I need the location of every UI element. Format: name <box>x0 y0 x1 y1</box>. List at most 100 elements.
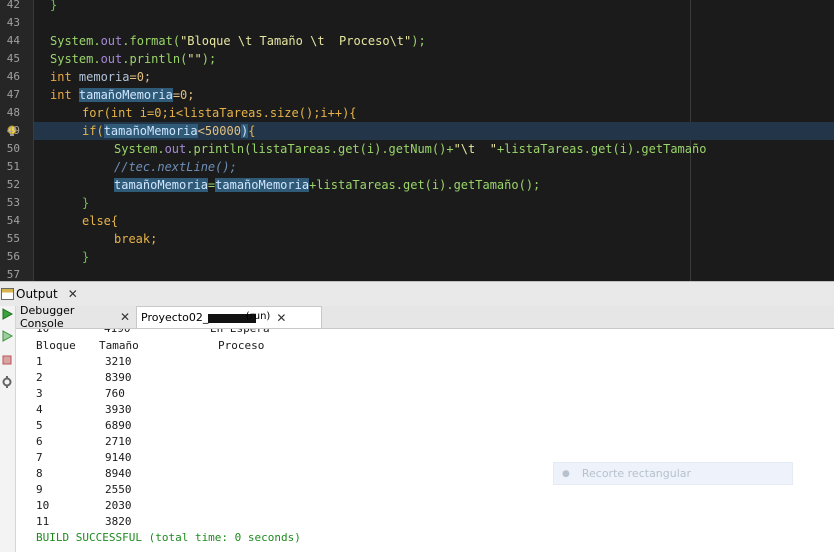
output-window-header: Output ✕ <box>0 281 834 307</box>
code-editor[interactable]: 42 43 44 45 46 47 48 49 50 51 52 53 54 55 56 57 } System… <box>0 0 834 281</box>
line-number: 45 <box>6 52 20 65</box>
close-icon[interactable]: ✕ <box>68 287 78 301</box>
console-bloque-cell: 7 <box>36 451 43 464</box>
console-tamano-cell: 3930 <box>105 403 132 416</box>
console-cell: 10 <box>36 329 49 337</box>
close-icon[interactable]: ✕ <box>120 310 130 324</box>
code-token: =0; <box>172 88 195 102</box>
console-tamano-cell: 3820 <box>105 515 132 528</box>
close-icon[interactable]: ✕ <box>276 311 286 325</box>
code-line[interactable]: } <box>82 248 89 266</box>
tab-output[interactable]: Output ✕ <box>0 284 78 304</box>
console-tamano-cell: 6890 <box>105 419 132 432</box>
line-number: 50 <box>6 142 20 155</box>
rerun-with-different-parameters-icon[interactable] <box>1 330 13 342</box>
code-token: int <box>50 70 79 84</box>
code-token: else{ <box>82 214 119 228</box>
console-tamano-cell: 8940 <box>105 467 132 480</box>
line-number: 55 <box>6 232 20 245</box>
tooltip-bullet-icon: ● <box>562 468 570 479</box>
code-line[interactable]: tamañoMemoria=tamañoMemoria+listaTareas.… <box>114 176 540 194</box>
code-token: .println(listaTareas.get(i).getNum()+ <box>186 142 454 156</box>
code-token: tamañoMemoria <box>215 178 310 192</box>
code-token: { <box>248 124 256 138</box>
console-header-proceso: Proceso <box>218 339 265 352</box>
output-subtabs: Debugger Console ✕ Proyecto02_ (run) ✕ <box>16 304 834 330</box>
code-token: .format( <box>122 34 181 48</box>
code-token: for(int i=0;i<listaTareas.size();i++){ <box>82 106 357 120</box>
line-number: 47 <box>6 88 20 101</box>
console-tamano-cell: 9140 <box>105 451 132 464</box>
rerun-icon[interactable] <box>1 308 13 320</box>
line-number: 51 <box>6 160 20 173</box>
code-line[interactable]: if(tamañoMemoria<50000){ <box>82 122 255 140</box>
code-token: int <box>50 88 79 102</box>
code-line[interactable]: for(int i=0;i<listaTareas.size();i++){ <box>82 104 357 122</box>
code-token: } <box>82 250 90 264</box>
console-tamano-cell: 8390 <box>105 371 132 384</box>
code-token: //tec.nextLine(); <box>114 160 237 174</box>
snipping-tooltip: ● Recorte rectangular <box>553 462 793 485</box>
line-number: 46 <box>6 70 20 83</box>
console-bloque-cell: 4 <box>36 403 43 416</box>
code-token: if( <box>82 124 104 138</box>
code-token: ); <box>411 34 426 48</box>
code-line[interactable]: break; <box>114 230 157 248</box>
code-token: tamañoMemoria <box>114 178 208 192</box>
code-token: } <box>50 0 58 12</box>
code-token: <50000 <box>197 124 241 138</box>
code-line[interactable]: int tamañoMemoria=0; <box>50 86 195 104</box>
console-bloque-cell: 10 <box>36 499 50 512</box>
tooltip-text: Recorte rectangular <box>581 467 692 480</box>
tab-debugger-console-label: Debugger Console <box>20 304 75 330</box>
line-number: 53 <box>6 196 20 209</box>
code-line[interactable]: System.out.println(""); <box>50 50 216 68</box>
tab-run-output[interactable]: Proyecto02_ (run) ✕ <box>136 306 322 328</box>
code-line[interactable]: } <box>82 194 89 212</box>
code-token: System. <box>50 52 101 66</box>
code-token: tamañoMemoria <box>103 124 198 138</box>
code-token: "" <box>187 52 202 66</box>
console-header-tamano: Tamaño <box>99 339 139 352</box>
output-toolbar <box>0 306 16 552</box>
code-token: } <box>82 196 90 210</box>
code-token: +listaTareas.get(i).getTamaño <box>496 142 707 156</box>
code-token: System. <box>50 34 101 48</box>
line-number: 48 <box>6 106 20 119</box>
line-number: 56 <box>6 250 20 263</box>
console-bloque-cell: 1 <box>36 355 43 368</box>
code-line[interactable]: System.out.println(listaTareas.get(i).ge… <box>114 140 706 158</box>
code-token: memoria <box>78 70 130 84</box>
tab-run-output-label: Proyecto02_ <box>141 311 209 324</box>
line-number: 43 <box>6 16 20 29</box>
code-line[interactable]: int memoria=0; <box>50 68 151 86</box>
console-cell: 4190 <box>104 329 131 337</box>
console-bloque-cell: 9 <box>36 483 43 496</box>
code-line[interactable]: } <box>50 0 57 14</box>
console-bloque-cell: 8 <box>36 467 43 480</box>
code-line[interactable]: else{ <box>82 212 118 230</box>
code-token: System. <box>114 142 165 156</box>
tab-debugger-console[interactable]: Debugger Console ✕ <box>16 304 134 330</box>
code-line[interactable]: System.out.format("Bloque \t Tamaño \t P… <box>50 32 426 50</box>
console-bloque-cell: 5 <box>36 419 43 432</box>
line-number: 54 <box>6 214 20 227</box>
line-number: 42 <box>6 0 20 11</box>
code-token: =0; <box>129 70 152 84</box>
console-bloque-cell: 6 <box>36 435 43 448</box>
output-console[interactable]: 10 4190 En Espera Bloque Tamaño Proceso … <box>16 329 834 552</box>
code-line[interactable]: //tec.nextLine(); <box>114 158 237 176</box>
tab-run-suffix: (run) <box>245 310 271 322</box>
code-token: out <box>164 142 187 156</box>
code-token: out <box>100 52 123 66</box>
stop-icon[interactable] <box>1 354 13 366</box>
settings-icon[interactable] <box>1 376 13 388</box>
console-bloque-cell: 11 <box>36 515 50 528</box>
code-token: "\t " <box>453 142 497 156</box>
code-token: out <box>100 34 123 48</box>
output-window-icon <box>1 288 14 300</box>
line-number: 52 <box>6 178 20 191</box>
console-bloque-cell: 2 <box>36 371 43 384</box>
console-header-bloque: Bloque <box>36 339 76 352</box>
console-tamano-cell: 760 <box>105 387 125 400</box>
